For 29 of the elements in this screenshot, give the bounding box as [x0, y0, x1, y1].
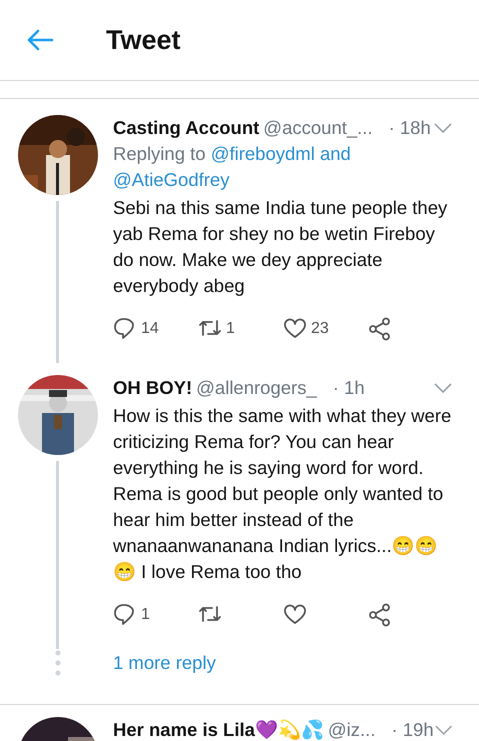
- reply-label: Replying to: [113, 143, 206, 164]
- reply-icon[interactable]: [113, 603, 137, 627]
- author-handle: @account_...: [263, 116, 373, 140]
- tweet-time: · 19h: [391, 718, 434, 741]
- author-name: Her name is Lila💜💫💦: [113, 718, 324, 741]
- more-replies-link[interactable]: 1 more reply: [113, 646, 216, 673]
- action-count: 1: [226, 319, 235, 339]
- share-icon[interactable]: [368, 317, 392, 341]
- tweet-time: · 18h: [388, 116, 431, 140]
- tweet-text: How is this the same with what they were criticizing Rema for? You can hear everything he is saying word for word. Rema is good but people only wanted to hear him better instead of the wnanaanwananana Indian lyrics...😁😁 😁 I love Rema too tho: [113, 404, 452, 584]
- back-icon[interactable]: [26, 28, 54, 52]
- action-count: 1: [141, 605, 150, 625]
- heart-icon[interactable]: [283, 317, 307, 341]
- heart-icon[interactable]: [283, 603, 307, 627]
- tweet-time: · 1h: [332, 376, 365, 400]
- page-title: Tweet: [106, 24, 181, 57]
- mention-link[interactable]: @AtieGodfrey: [113, 169, 230, 190]
- author-handle: @allenrogers_: [196, 376, 317, 400]
- mention-link[interactable]: @fireboydml: [210, 143, 315, 164]
- action-count: 23: [311, 319, 329, 339]
- dots-icon: [54, 649, 60, 677]
- tweet-text: Sebi na this same India tune people they yab Rema for shey no be wetin Fireboy do now. Make we dey appreciate everybody abeg: [113, 196, 448, 298]
- share-icon[interactable]: [368, 603, 392, 627]
- author-name: Casting Account: [113, 116, 260, 140]
- author-name: OH BOY!: [113, 376, 192, 400]
- reply-icon[interactable]: [113, 317, 137, 341]
- author-handle: @iz...: [328, 718, 376, 741]
- reply-connector: and: [320, 143, 351, 164]
- action-count: 14: [141, 319, 159, 339]
